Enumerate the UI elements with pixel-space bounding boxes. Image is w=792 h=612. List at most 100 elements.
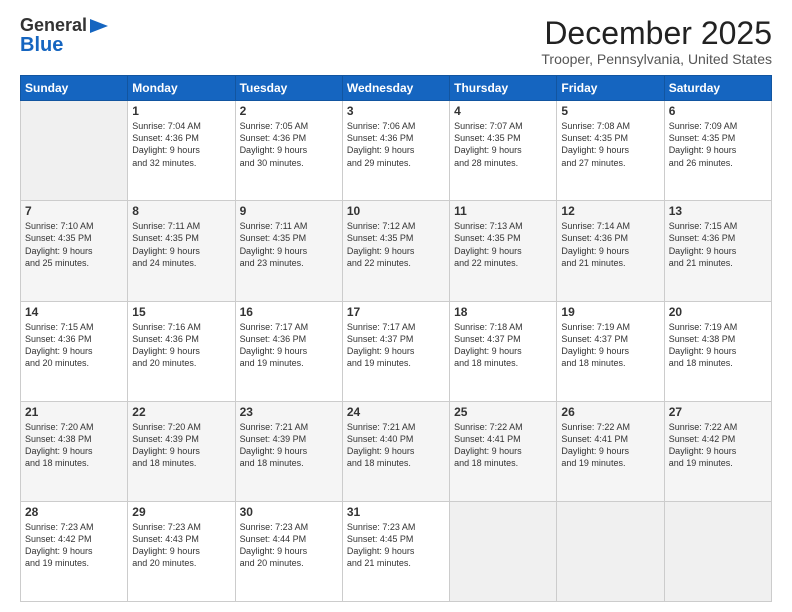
day-cell: 17Sunrise: 7:17 AM Sunset: 4:37 PM Dayli… [342, 301, 449, 401]
day-cell: 20 Sunrise: 7:19 AM Sunset: 4:38 PM Dayli… [664, 301, 771, 401]
day-number: 3 [347, 104, 445, 118]
day-number: 5 [561, 104, 659, 118]
calendar-header: SundayMondayTuesdayWednesdayThursdayFrid… [21, 76, 772, 101]
week-row-1: 1 Sunrise: 7:04 AM Sunset: 4:36 PM Daylig… [21, 101, 772, 201]
day-cell: 25Sunrise: 7:22 AM Sunset: 4:41 PM Dayli… [450, 401, 557, 501]
day-number: 12 [561, 204, 659, 218]
title-block: December 2025 Trooper, Pennsylvania, Uni… [541, 16, 772, 67]
day-info: Sunrise: 7:15 AM Sunset: 4:36 PM Dayligh… [25, 321, 123, 370]
day-info: Sunrise: 7:20 AM Sunset: 4:39 PM Dayligh… [132, 421, 230, 470]
header-cell-sunday: Sunday [21, 76, 128, 101]
day-info: Sunrise: 7:22 AM Sunset: 4:42 PM Dayligh… [669, 421, 767, 470]
calendar-body: 1 Sunrise: 7:04 AM Sunset: 4:36 PM Daylig… [21, 101, 772, 602]
day-number: 18 [454, 305, 552, 319]
day-info: Sunrise: 7:05 AM Sunset: 4:36 PM Dayligh… [240, 120, 338, 169]
day-info: Sunrise: 7:13 AM Sunset: 4:35 PM Dayligh… [454, 220, 552, 269]
day-cell: 22 Sunrise: 7:20 AM Sunset: 4:39 PM Dayli… [128, 401, 235, 501]
main-title: December 2025 [541, 16, 772, 51]
day-cell [21, 101, 128, 201]
day-info: Sunrise: 7:11 AM Sunset: 4:35 PM Dayligh… [132, 220, 230, 269]
day-info: Sunrise: 7:12 AM Sunset: 4:35 PM Dayligh… [347, 220, 445, 269]
day-cell: 30 Sunrise: 7:23 AM Sunset: 4:44 PM Dayli… [235, 501, 342, 601]
day-info: Sunrise: 7:23 AM Sunset: 4:44 PM Dayligh… [240, 521, 338, 570]
day-number: 4 [454, 104, 552, 118]
day-info: Sunrise: 7:08 AM Sunset: 4:35 PM Dayligh… [561, 120, 659, 169]
day-cell: 5 Sunrise: 7:08 AM Sunset: 4:35 PM Daylig… [557, 101, 664, 201]
day-number: 14 [25, 305, 123, 319]
day-number: 15 [132, 305, 230, 319]
header-cell-monday: Monday [128, 76, 235, 101]
day-number: 26 [561, 405, 659, 419]
day-number: 30 [240, 505, 338, 519]
week-row-3: 14 Sunrise: 7:15 AM Sunset: 4:36 PM Dayli… [21, 301, 772, 401]
day-info: Sunrise: 7:22 AM Sunset: 4:41 PM Dayligh… [561, 421, 659, 470]
day-cell: 21 Sunrise: 7:20 AM Sunset: 4:38 PM Dayli… [21, 401, 128, 501]
day-cell: 3 Sunrise: 7:06 AM Sunset: 4:36 PM Daylig… [342, 101, 449, 201]
day-cell: 29Sunrise: 7:23 AM Sunset: 4:43 PM Dayli… [128, 501, 235, 601]
day-number: 24 [347, 405, 445, 419]
day-number: 13 [669, 204, 767, 218]
day-number: 29 [132, 505, 230, 519]
day-number: 31 [347, 505, 445, 519]
day-info: Sunrise: 7:18 AM Sunset: 4:37 PM Dayligh… [454, 321, 552, 370]
day-number: 22 [132, 405, 230, 419]
day-info: Sunrise: 7:04 AM Sunset: 4:36 PM Dayligh… [132, 120, 230, 169]
day-cell: 8 Sunrise: 7:11 AM Sunset: 4:35 PM Daylig… [128, 201, 235, 301]
day-number: 1 [132, 104, 230, 118]
day-number: 6 [669, 104, 767, 118]
header: General Blue December 2025 Trooper, Penn… [20, 16, 772, 67]
day-cell: 1 Sunrise: 7:04 AM Sunset: 4:36 PM Daylig… [128, 101, 235, 201]
day-cell: 28Sunrise: 7:23 AM Sunset: 4:42 PM Dayli… [21, 501, 128, 601]
logo-general: General [20, 15, 87, 35]
day-cell: 13Sunrise: 7:15 AM Sunset: 4:36 PM Dayli… [664, 201, 771, 301]
day-cell: 24 Sunrise: 7:21 AM Sunset: 4:40 PM Dayli… [342, 401, 449, 501]
day-number: 19 [561, 305, 659, 319]
day-info: Sunrise: 7:19 AM Sunset: 4:38 PM Dayligh… [669, 321, 767, 370]
day-number: 11 [454, 204, 552, 218]
logo-blue-text: Blue [20, 34, 111, 56]
day-cell: 16 Sunrise: 7:17 AM Sunset: 4:36 PM Dayli… [235, 301, 342, 401]
day-number: 27 [669, 405, 767, 419]
day-cell: 10 Sunrise: 7:12 AM Sunset: 4:35 PM Dayli… [342, 201, 449, 301]
day-number: 23 [240, 405, 338, 419]
day-number: 25 [454, 405, 552, 419]
logo: General Blue [20, 16, 111, 56]
day-cell: 31 Sunrise: 7:23 AM Sunset: 4:45 PM Dayli… [342, 501, 449, 601]
day-info: Sunrise: 7:20 AM Sunset: 4:38 PM Dayligh… [25, 421, 123, 470]
day-cell: 26 Sunrise: 7:22 AM Sunset: 4:41 PM Dayli… [557, 401, 664, 501]
day-cell: 15 Sunrise: 7:16 AM Sunset: 4:36 PM Dayli… [128, 301, 235, 401]
day-info: Sunrise: 7:14 AM Sunset: 4:36 PM Dayligh… [561, 220, 659, 269]
day-cell [664, 501, 771, 601]
day-cell: 9Sunrise: 7:11 AM Sunset: 4:35 PM Daylig… [235, 201, 342, 301]
day-info: Sunrise: 7:17 AM Sunset: 4:36 PM Dayligh… [240, 321, 338, 370]
day-info: Sunrise: 7:11 AM Sunset: 4:35 PM Dayligh… [240, 220, 338, 269]
day-info: Sunrise: 7:16 AM Sunset: 4:36 PM Dayligh… [132, 321, 230, 370]
day-number: 10 [347, 204, 445, 218]
week-row-2: 7Sunrise: 7:10 AM Sunset: 4:35 PM Daylig… [21, 201, 772, 301]
day-cell: 19 Sunrise: 7:19 AM Sunset: 4:37 PM Dayli… [557, 301, 664, 401]
day-number: 21 [25, 405, 123, 419]
day-cell: 27 Sunrise: 7:22 AM Sunset: 4:42 PM Dayli… [664, 401, 771, 501]
day-number: 16 [240, 305, 338, 319]
day-cell: 7Sunrise: 7:10 AM Sunset: 4:35 PM Daylig… [21, 201, 128, 301]
day-number: 20 [669, 305, 767, 319]
day-info: Sunrise: 7:06 AM Sunset: 4:36 PM Dayligh… [347, 120, 445, 169]
day-number: 2 [240, 104, 338, 118]
day-info: Sunrise: 7:23 AM Sunset: 4:45 PM Dayligh… [347, 521, 445, 570]
day-cell: 11 Sunrise: 7:13 AM Sunset: 4:35 PM Dayli… [450, 201, 557, 301]
day-cell: 2 Sunrise: 7:05 AM Sunset: 4:36 PM Daylig… [235, 101, 342, 201]
day-cell [557, 501, 664, 601]
header-row: SundayMondayTuesdayWednesdayThursdayFrid… [21, 76, 772, 101]
day-cell: 14 Sunrise: 7:15 AM Sunset: 4:36 PM Dayli… [21, 301, 128, 401]
day-cell: 18 Sunrise: 7:18 AM Sunset: 4:37 PM Dayli… [450, 301, 557, 401]
header-cell-friday: Friday [557, 76, 664, 101]
day-cell: 12 Sunrise: 7:14 AM Sunset: 4:36 PM Dayli… [557, 201, 664, 301]
day-cell: 6Sunrise: 7:09 AM Sunset: 4:35 PM Daylig… [664, 101, 771, 201]
day-cell: 23Sunrise: 7:21 AM Sunset: 4:39 PM Dayli… [235, 401, 342, 501]
day-cell [450, 501, 557, 601]
day-number: 17 [347, 305, 445, 319]
day-number: 7 [25, 204, 123, 218]
day-info: Sunrise: 7:21 AM Sunset: 4:40 PM Dayligh… [347, 421, 445, 470]
day-number: 8 [132, 204, 230, 218]
day-info: Sunrise: 7:19 AM Sunset: 4:37 PM Dayligh… [561, 321, 659, 370]
